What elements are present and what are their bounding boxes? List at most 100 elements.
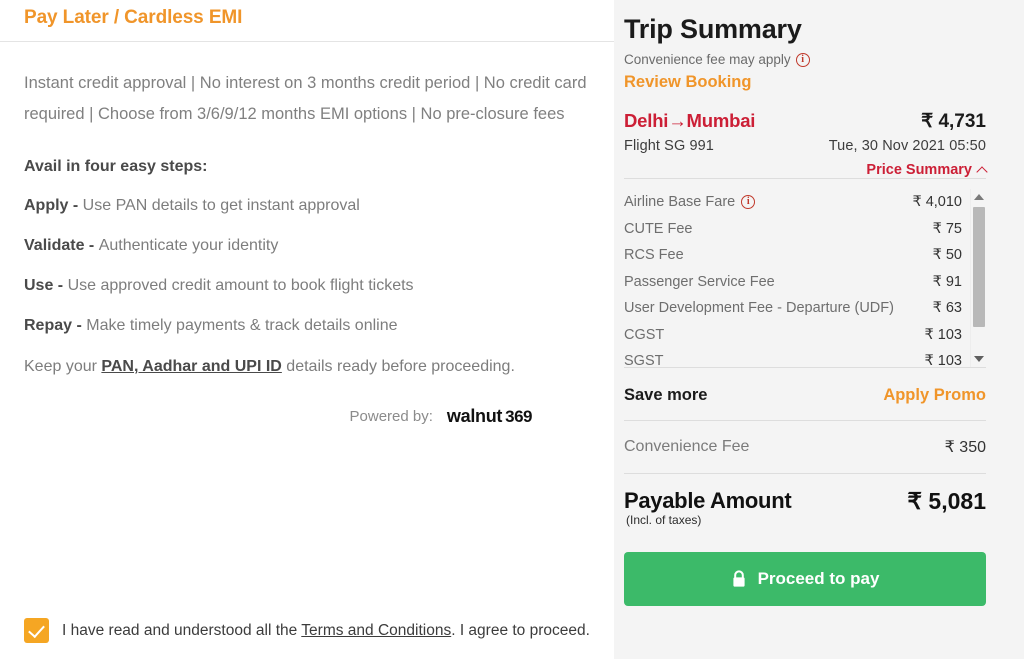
breakdown-label: CUTE Fee xyxy=(624,221,693,237)
payment-page: Pay Later / Cardless EMI Instant credit … xyxy=(0,0,1024,659)
breakdown-label: Passenger Service Fee xyxy=(624,274,775,290)
scrollbar-thumb[interactable] xyxy=(973,207,985,327)
terms-row: I have read and understood all the Terms… xyxy=(24,618,590,643)
apply-promo-button[interactable]: Apply Promo xyxy=(883,386,986,405)
flight-number: Flight SG 991 xyxy=(624,138,714,154)
breakdown-label-text: Passenger Service Fee xyxy=(624,273,775,290)
step-repay-key: Repay - xyxy=(24,317,87,334)
steps-heading: Avail in four easy steps: xyxy=(24,158,208,175)
documents-note-prefix: Keep your xyxy=(24,358,102,375)
emi-intro-text: Instant credit approval | No interest on… xyxy=(24,74,587,123)
breakdown-label: CGST xyxy=(624,327,664,343)
route-price: ₹ 4,731 xyxy=(921,111,986,132)
price-breakdown-list: Airline Base Fare i ₹ 4,010 CUTE Fee ₹ 75 RCS… xyxy=(624,189,970,367)
lock-icon xyxy=(731,570,747,588)
breakdown-row: CGST ₹ 103 xyxy=(624,322,962,349)
flight-row: Flight SG 991 Tue, 30 Nov 2021 05:50 xyxy=(624,138,986,154)
step-use-key: Use - xyxy=(24,277,68,294)
breakdown-row: User Development Fee - Departure (UDF) ₹ … xyxy=(624,295,962,322)
step-use: Use - Use approved credit amount to book… xyxy=(24,276,590,296)
title-divider xyxy=(0,41,614,42)
scroll-down-arrow-icon[interactable] xyxy=(971,351,987,367)
payable-amount-label: Payable Amount xyxy=(624,488,792,513)
payable-amount-labels: Payable Amount (Incl. of taxes) xyxy=(624,488,792,527)
page-title: Pay Later / Cardless EMI xyxy=(24,7,243,28)
walnut-wordmark: walnut xyxy=(446,406,503,426)
breakdown-row: RCS Fee ₹ 50 xyxy=(624,242,962,269)
review-booking-link[interactable]: Review Booking xyxy=(624,73,986,92)
step-apply: Apply - Use PAN details to get instant a… xyxy=(24,196,590,216)
terms-checkbox[interactable] xyxy=(24,618,49,643)
breakdown-label-text: RCS Fee xyxy=(624,247,684,264)
convenience-fee-value: ₹ 350 xyxy=(944,439,986,456)
terms-and-conditions-link[interactable]: Terms and Conditions xyxy=(301,622,451,639)
payable-amount-value: ₹ 5,081 xyxy=(907,488,986,514)
terms-text: I have read and understood all the Terms… xyxy=(62,622,590,640)
breakdown-value: ₹ 103 xyxy=(924,326,962,343)
chevron-up-icon xyxy=(976,166,988,178)
trip-summary-panel: Trip Summary Convenience fee may apply i… xyxy=(614,0,1024,659)
flight-datetime: Tue, 30 Nov 2021 05:50 xyxy=(828,138,986,154)
route-row: Delhi→Mumbai ₹ 4,731 xyxy=(624,110,986,133)
walnut-369-mark: 369 xyxy=(505,407,532,426)
save-more-row: Save more Apply Promo xyxy=(624,370,986,420)
step-validate-text: Authenticate your identity xyxy=(98,237,279,254)
convenience-fee-note: Convenience fee may apply i xyxy=(624,52,986,67)
breakdown-value: ₹ 63 xyxy=(932,300,962,317)
breakdown-row: Airline Base Fare i ₹ 4,010 xyxy=(624,189,962,216)
divider-above-payable xyxy=(624,473,986,474)
breakdown-label: Airline Base Fare i xyxy=(624,194,756,211)
breakdown-label: SGST xyxy=(624,353,663,367)
payable-amount-row: Payable Amount (Incl. of taxes) ₹ 5,081 xyxy=(624,488,986,527)
proceed-to-pay-button[interactable]: Proceed to pay xyxy=(624,552,986,606)
breakdown-row: Passenger Service Fee ₹ 91 xyxy=(624,269,962,296)
step-repay: Repay - Make timely payments & track det… xyxy=(24,316,590,336)
walnut-logo: walnut 369 xyxy=(446,406,533,427)
price-summary-toggle[interactable]: Price Summary xyxy=(866,162,988,178)
documents-note-suffix: details ready before proceeding. xyxy=(281,358,515,375)
documents-link[interactable]: PAN, Aadhar and UPI ID xyxy=(101,358,281,375)
step-apply-key: Apply - xyxy=(24,197,83,214)
step-repay-text: Make timely payments & track details onl… xyxy=(86,317,398,334)
price-summary-label: Price Summary xyxy=(866,162,972,178)
breakdown-label-text: CGST xyxy=(624,326,665,343)
breakdown-scrollbar[interactable] xyxy=(970,189,986,367)
breakdown-label: RCS Fee xyxy=(624,247,684,263)
emi-body: Instant credit approval | No interest on… xyxy=(0,68,614,427)
breakdown-value: ₹ 91 xyxy=(932,273,962,290)
breakdown-value: ₹ 103 xyxy=(924,353,962,367)
route-label: Delhi→Mumbai xyxy=(624,110,756,131)
info-icon[interactable]: i xyxy=(741,195,756,210)
breakdown-row: SGST ₹ 103 xyxy=(624,348,962,367)
save-more-label: Save more xyxy=(624,385,708,404)
convenience-fee-note-text: Convenience fee may apply xyxy=(624,52,791,67)
breakdown-label: User Development Fee - Departure (UDF) xyxy=(624,300,894,316)
documents-note: Keep your PAN, Aadhar and UPI ID details… xyxy=(24,358,590,376)
info-icon[interactable]: i xyxy=(795,52,810,67)
terms-prefix: I have read and understood all the xyxy=(62,621,302,639)
scroll-up-arrow-icon[interactable] xyxy=(971,189,987,205)
divider-below-breakdown xyxy=(624,367,986,368)
breakdown-label-text: Airline Base Fare xyxy=(624,194,736,211)
breakdown-label-text: CUTE Fee xyxy=(624,220,693,237)
trip-summary-title: Trip Summary xyxy=(624,14,802,44)
breakdown-label-text: SGST xyxy=(624,353,664,367)
step-validate: Validate - Authenticate your identity xyxy=(24,236,590,256)
convenience-fee-row: Convenience Fee ₹ 350 xyxy=(624,421,986,473)
breakdown-value: ₹ 75 xyxy=(932,220,962,237)
step-validate-key: Validate - xyxy=(24,237,99,254)
step-use-text: Use approved credit amount to book fligh… xyxy=(67,277,414,294)
payable-amount-sublabel: (Incl. of taxes) xyxy=(626,513,702,527)
emi-panel: Pay Later / Cardless EMI Instant credit … xyxy=(0,0,614,659)
price-breakdown: Airline Base Fare i ₹ 4,010 CUTE Fee ₹ 75 RCS… xyxy=(624,189,986,367)
breakdown-value: ₹ 4,010 xyxy=(912,194,962,211)
powered-by: Powered by: walnut 369 xyxy=(24,406,590,427)
convenience-fee-label: Convenience Fee xyxy=(624,438,750,455)
breakdown-value: ₹ 50 xyxy=(932,247,962,264)
breakdown-label-text: User Development Fee - Departure (UDF) xyxy=(624,300,894,317)
step-apply-text: Use PAN details to get instant approval xyxy=(82,197,360,214)
price-summary-row: Price Summary xyxy=(624,162,988,178)
divider-above-breakdown xyxy=(624,178,986,179)
powered-by-label: Powered by: xyxy=(349,408,433,425)
breakdown-row: CUTE Fee ₹ 75 xyxy=(624,216,962,243)
